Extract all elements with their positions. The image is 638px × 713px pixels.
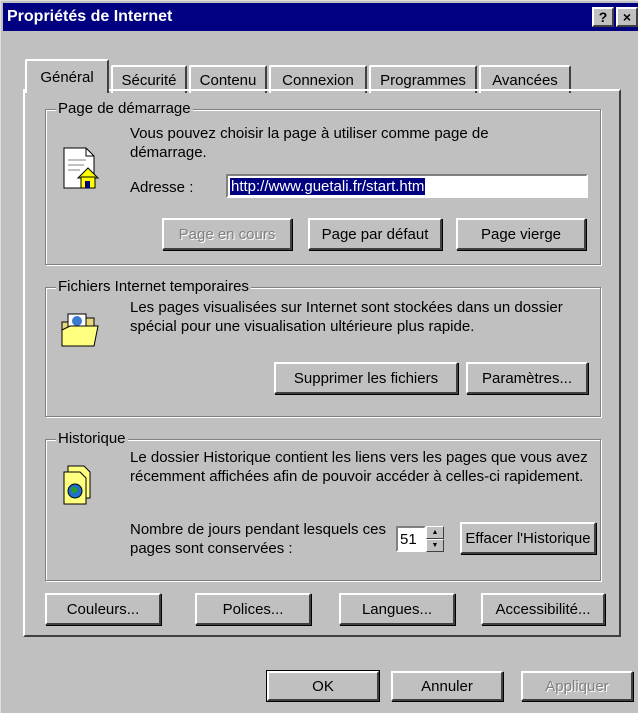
spin-down-icon[interactable]: ▼ <box>426 539 444 552</box>
spin-up-icon[interactable]: ▲ <box>426 526 444 539</box>
internet-properties-dialog: Propriétés de Internet ? × Général Sécur… <box>0 0 638 713</box>
ok-button[interactable]: OK <box>266 670 380 702</box>
history-icon <box>63 465 91 505</box>
colors-button[interactable]: Couleurs... <box>45 593 161 625</box>
accessibility-button[interactable]: Accessibilité... <box>481 593 605 625</box>
general-tab-panel: Page de démarrage Vous pouvez choisir la… <box>23 89 621 637</box>
days-spinner[interactable]: ▲ ▼ <box>426 526 444 552</box>
address-value: http://www.guetali.fr/start.htm <box>230 177 426 195</box>
history-group: Historique Le dossier Historique contien… <box>45 430 601 581</box>
settings-button[interactable]: Paramètres... <box>466 362 588 394</box>
home-page-legend: Page de démarrage <box>56 100 193 117</box>
home-page-description: Vous pouvez choisir la page à utiliser c… <box>130 125 489 161</box>
use-blank-button[interactable]: Page vierge <box>456 218 586 250</box>
temp-files-legend: Fichiers Internet temporaires <box>56 278 251 295</box>
days-value: 51 <box>400 530 417 548</box>
address-input[interactable]: http://www.guetali.fr/start.htm <box>226 174 588 198</box>
history-legend: Historique <box>56 430 128 447</box>
home-page-group: Page de démarrage Vous pouvez choisir la… <box>45 100 601 265</box>
close-button[interactable]: × <box>616 7 638 27</box>
history-description: Le dossier Historique contient les liens… <box>130 449 588 485</box>
temp-files-group: Fichiers Internet temporaires Les pages … <box>45 278 601 417</box>
fonts-button[interactable]: Polices... <box>195 593 311 625</box>
temp-files-description: Les pages visualisées sur Internet sont … <box>130 299 563 335</box>
address-label: Adresse : <box>130 179 194 196</box>
days-label: Nombre de jours pendant lesquels ces pag… <box>130 521 386 557</box>
help-button[interactable]: ? <box>592 7 614 27</box>
languages-button[interactable]: Langues... <box>339 593 455 625</box>
use-current-button[interactable]: Page en cours <box>162 218 292 250</box>
cancel-button[interactable]: Annuler <box>391 671 503 701</box>
home-page-icon <box>63 147 100 189</box>
days-input[interactable]: 51 <box>396 526 426 552</box>
use-default-button[interactable]: Page par défaut <box>308 218 442 250</box>
tab-general[interactable]: Général <box>25 59 109 93</box>
delete-files-button[interactable]: Supprimer les fichiers <box>274 362 458 394</box>
clear-history-button[interactable]: Effacer l'Historique <box>460 522 596 554</box>
window-title: Propriétés de Internet <box>7 8 173 25</box>
title-bar[interactable]: Propriétés de Internet ? × <box>3 3 638 31</box>
apply-button[interactable]: Appliquer <box>521 671 633 701</box>
folder-icon <box>61 313 99 347</box>
